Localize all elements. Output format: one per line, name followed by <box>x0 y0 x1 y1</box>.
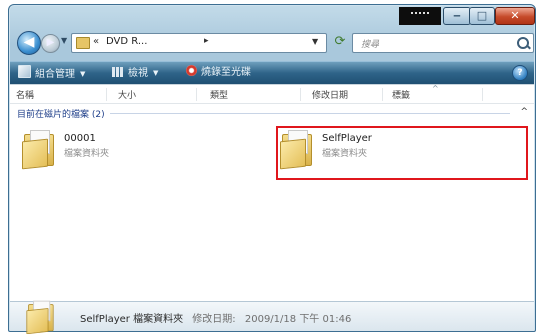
burn-button[interactable]: 燒錄至光碟 <box>186 65 251 81</box>
back-icon: ◀ <box>23 34 35 50</box>
sort-indicator-icon: ^ <box>432 84 439 93</box>
search-placeholder: 搜尋 <box>361 40 380 50</box>
search-input[interactable]: 搜尋 <box>352 33 534 53</box>
burn-label: 燒錄至光碟 <box>201 67 251 78</box>
help-icon[interactable]: ? <box>512 65 528 81</box>
column-headers: 名稱 大小 類型 修改日期 標籤 ^ <box>10 84 534 104</box>
maximize-icon: □ <box>476 9 488 22</box>
burn-icon <box>186 65 197 76</box>
file-list: 名稱 大小 類型 修改日期 標籤 ^ 目前在磁片的檔案 (2) ^ 00001 … <box>10 84 534 302</box>
minimize-icon: ‒ <box>453 9 461 22</box>
collapse-group-icon[interactable]: ^ <box>520 107 528 117</box>
address-row: ◀ ▶ ▼ « DVD R... ▸ ▼ ⟳ 搜尋 <box>9 29 535 57</box>
item-type: 檔案資料夾 <box>64 149 110 159</box>
chevron-down-icon: ▼ <box>80 70 86 78</box>
list-item[interactable]: 00001 檔案資料夾 <box>18 127 248 170</box>
recent-pages-dropdown[interactable]: ▼ <box>61 36 67 45</box>
views-button[interactable]: 檢視 ▼ <box>112 65 158 81</box>
back-button[interactable]: ◀ <box>17 31 41 55</box>
details-modified-label: 修改日期: <box>192 314 236 325</box>
selection-highlight-box <box>276 126 528 180</box>
forward-icon: ▶ <box>46 37 55 48</box>
close-button[interactable]: ✕ <box>495 7 535 25</box>
close-icon: ✕ <box>510 9 520 22</box>
details-pane: SelfPlayer 檔案資料夾 修改日期: 2009/1/18 下午 01:4… <box>10 300 534 334</box>
details-name: SelfPlayer <box>80 314 130 325</box>
breadcrumb-separator[interactable]: ▸ <box>204 36 209 46</box>
folder-icon <box>76 37 90 49</box>
title-bar: ‒ □ ✕ <box>9 5 535 29</box>
forward-button[interactable]: ▶ <box>41 34 60 53</box>
details-type: 檔案資料夾 <box>133 314 184 325</box>
group-header[interactable]: 目前在磁片的檔案 (2) <box>17 107 105 120</box>
title-bar-overlay <box>399 7 441 25</box>
breadcrumb-overflow[interactable]: « <box>93 36 99 47</box>
breadcrumb-path[interactable]: DVD R... <box>106 36 147 47</box>
refresh-icon: ⟳ <box>334 34 346 49</box>
organize-button[interactable]: 組合管理 ▼ <box>18 65 85 81</box>
details-summary: SelfPlayer 檔案資料夾 修改日期: 2009/1/18 下午 01:4… <box>80 310 351 325</box>
search-icon[interactable] <box>517 37 529 49</box>
item-name: 00001 <box>64 133 96 144</box>
column-header-name[interactable]: 名稱 <box>16 88 107 101</box>
organize-icon <box>18 65 31 78</box>
folder-icon <box>22 130 54 170</box>
minimize-button[interactable]: ‒ <box>443 7 471 25</box>
organize-label: 組合管理 <box>35 69 75 80</box>
column-header-size[interactable]: 大小 <box>118 88 197 101</box>
details-modified-value: 2009/1/18 下午 01:46 <box>244 314 352 325</box>
column-header-type[interactable]: 類型 <box>210 88 301 101</box>
explorer-window: ‒ □ ✕ ◀ ▶ ▼ « DVD R... ▸ ▼ ⟳ 搜尋 組合管理▼ 檢 <box>8 4 536 334</box>
folder-icon <box>26 300 54 334</box>
address-dropdown[interactable]: ▼ <box>312 37 318 46</box>
views-label: 檢視 <box>128 68 148 79</box>
refresh-button[interactable]: ⟳ <box>331 34 349 50</box>
chevron-down-icon: ▼ <box>153 69 159 77</box>
maximize-button[interactable]: □ <box>469 7 495 25</box>
command-toolbar: 組合管理 ▼ 檢視 ▼ 燒錄至光碟 ? <box>10 61 534 85</box>
group-divider <box>110 113 510 114</box>
address-bar[interactable]: « DVD R... ▸ ▼ <box>71 33 327 53</box>
views-icon <box>112 67 124 77</box>
column-header-date[interactable]: 修改日期 <box>312 88 383 101</box>
